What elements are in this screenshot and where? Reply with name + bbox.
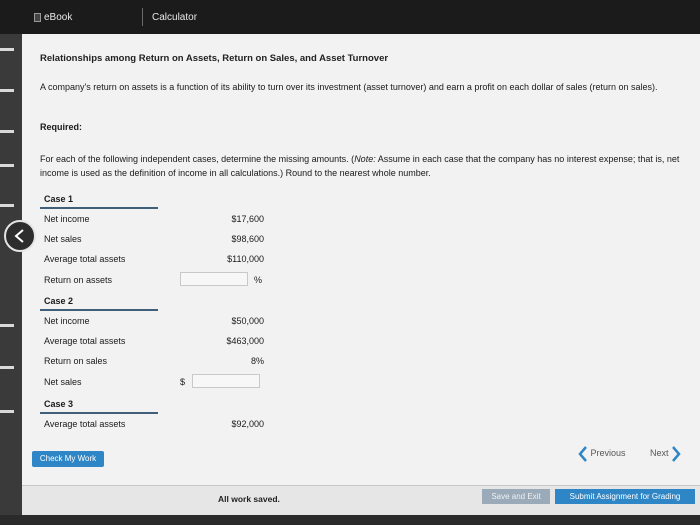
strip-mark — [0, 164, 14, 167]
case-2-net-income-value: $50,000 — [231, 316, 264, 326]
case-3-average-total-assets-label: Average total assets — [44, 419, 126, 429]
save-and-exit-button[interactable]: Save and Exit — [482, 489, 550, 504]
case-2-net-sales-input[interactable] — [192, 374, 260, 388]
case-1-return-on-assets-label: Return on assets — [44, 275, 113, 285]
ebook-icon — [34, 13, 41, 22]
strip-mark — [0, 48, 14, 51]
case-2-label: Case 2 — [44, 296, 74, 306]
previous-button[interactable]: Previous — [578, 444, 626, 462]
required-label: Required: — [40, 122, 83, 132]
case-1-return-on-assets-input[interactable] — [180, 272, 248, 286]
case-1-net-sales-value: $98,600 — [231, 234, 264, 244]
case-1-net-income-label: Net income — [44, 214, 90, 224]
chevron-left-icon — [578, 445, 587, 462]
chevron-left-icon — [14, 229, 24, 243]
case-2-net-income-label: Net income — [44, 316, 90, 326]
tab-calculator[interactable]: Calculator — [152, 6, 197, 30]
case-1-rule — [40, 207, 158, 209]
instructions: For each of the following independent ca… — [40, 152, 680, 180]
previous-label: Previous — [590, 448, 626, 458]
instructions-note-label: Note: — [354, 154, 376, 164]
strip-mark — [0, 89, 14, 92]
case-2-average-total-assets-value: $463,000 — [226, 336, 264, 346]
case-2-net-sales-label: Net sales — [44, 377, 82, 387]
case-2-rule — [40, 309, 158, 311]
case-3-label: Case 3 — [44, 399, 74, 409]
strip-mark — [0, 204, 14, 207]
case-1-net-income-value: $17,600 — [231, 214, 264, 224]
strip-mark — [0, 130, 14, 133]
problem-title: Relationships among Return on Assets, Re… — [40, 53, 389, 64]
screen-bottom-edge — [0, 515, 700, 525]
case-1-label: Case 1 — [44, 194, 74, 204]
submit-assignment-button[interactable]: Submit Assignment for Grading — [555, 489, 695, 504]
next-button[interactable]: Next — [650, 444, 681, 462]
strip-mark — [0, 366, 14, 369]
top-tab-bar: eBook Calculator — [0, 0, 700, 34]
chevron-right-icon — [672, 445, 681, 462]
problem-intro: A company's return on assets is a functi… — [40, 82, 658, 92]
percent-unit: % — [254, 275, 263, 285]
case-1-average-total-assets-label: Average total assets — [44, 254, 126, 264]
tab-divider — [142, 8, 143, 26]
back-arrow-button[interactable] — [4, 220, 36, 252]
left-edge-strip — [0, 34, 22, 525]
case-3-rule — [40, 412, 158, 414]
case-2-return-on-sales-label: Return on sales — [44, 356, 108, 366]
strip-mark — [0, 324, 14, 327]
strip-mark — [0, 410, 14, 413]
check-my-work-button[interactable]: Check My Work — [32, 451, 104, 467]
case-2-return-on-sales-value: 8% — [250, 356, 264, 366]
dollar-unit: $ — [180, 377, 186, 387]
instructions-text: For each of the following independent ca… — [40, 154, 355, 164]
next-label: Next — [650, 448, 669, 458]
tab-ebook[interactable]: eBook — [44, 6, 72, 30]
case-3-average-total-assets-value: $92,000 — [231, 419, 264, 429]
case-2-average-total-assets-label: Average total assets — [44, 336, 126, 346]
case-1-net-sales-label: Net sales — [44, 234, 82, 244]
save-status: All work saved. — [218, 494, 280, 504]
case-1-average-total-assets-value: $110,000 — [227, 254, 264, 264]
